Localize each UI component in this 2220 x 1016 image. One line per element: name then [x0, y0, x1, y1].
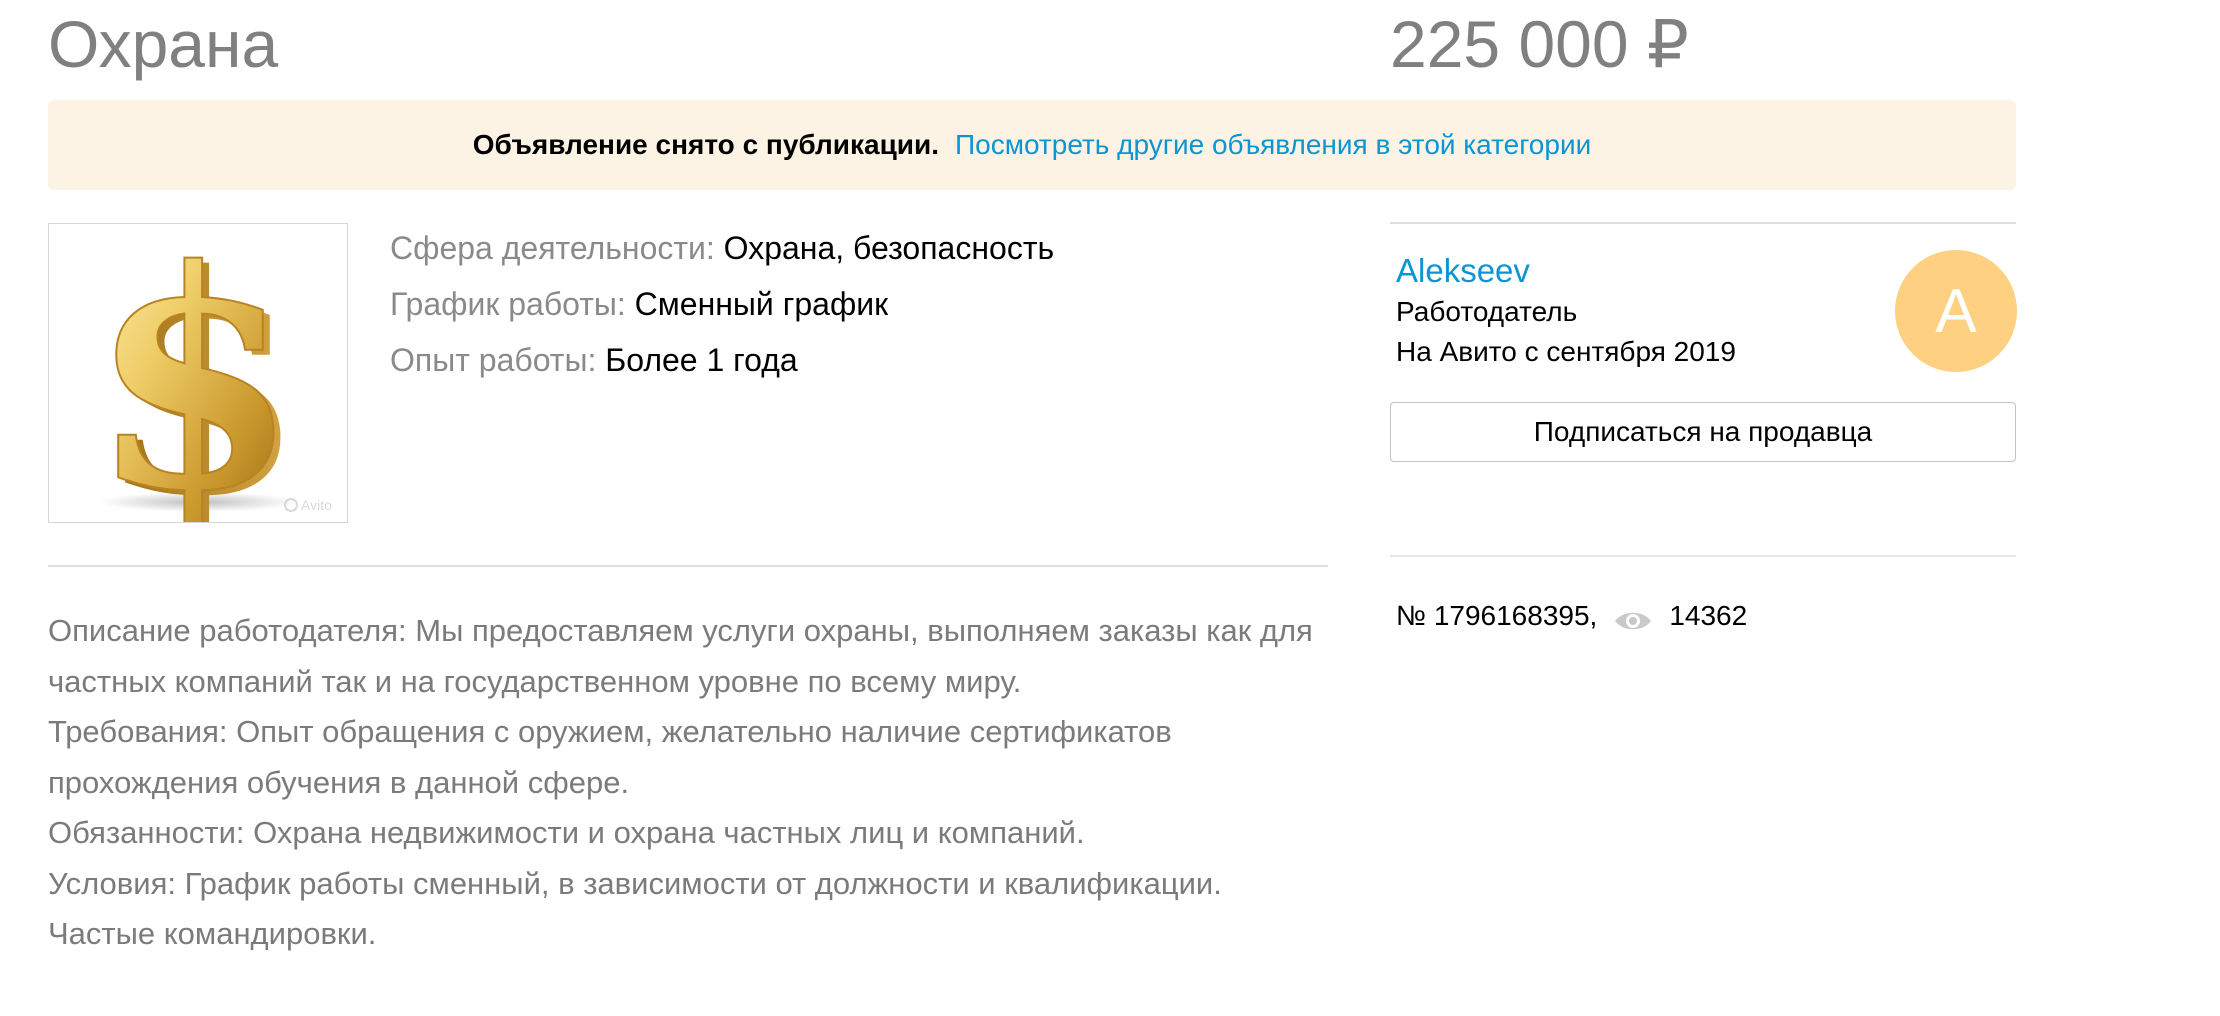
- param-key: Сфера деятельности:: [390, 230, 715, 266]
- description-paragraph: Частые командировки.: [48, 916, 377, 951]
- views-count: 14362: [1669, 600, 1748, 631]
- svg-text:Avito: Avito: [301, 497, 332, 513]
- param-row-sphere: Сфера деятельности: Охрана, безопасность: [390, 220, 1054, 276]
- notice-status-text: Объявление снято с публикации.: [472, 129, 940, 160]
- other-listings-link[interactable]: Посмотреть другие объявления в этой кате…: [955, 129, 1591, 161]
- divider: [1390, 555, 2016, 557]
- subscribe-seller-button[interactable]: Подписаться на продавца: [1390, 402, 2016, 462]
- param-value: Более 1 года: [605, 342, 798, 378]
- svg-text:$: $: [90, 224, 299, 522]
- param-row-experience: Опыт работы: Более 1 года: [390, 332, 1054, 388]
- seller-role: Работодатель: [1396, 296, 1578, 327]
- listing-title: Охрана: [48, 7, 279, 81]
- param-key: Опыт работы:: [390, 342, 597, 378]
- param-value: Охрана, безопасность: [723, 230, 1055, 266]
- param-key: График работы:: [390, 286, 626, 322]
- seller-name-link[interactable]: Alekseev: [1396, 248, 1530, 294]
- unpublished-notice: Объявление снято с публикации. Посмотрет…: [48, 100, 2016, 190]
- description-paragraph: Условия: График работы сменный, в зависи…: [48, 865, 1222, 901]
- listing-meta: № 1796168395, 14362: [1396, 596, 1747, 636]
- listing-price: 225 000 ₽: [1390, 7, 1689, 81]
- seller-since: На Авито с сентября 2019: [1396, 336, 1736, 367]
- param-value: Сменный график: [634, 286, 889, 322]
- listing-photo[interactable]: $ $ Avito: [48, 223, 348, 523]
- eye-icon: [1613, 604, 1653, 630]
- avatar[interactable]: A: [1895, 250, 2017, 372]
- listing-description: Описание работодателя: Мы предоставляем …: [48, 606, 1348, 960]
- item-number: № 1796168395,: [1396, 600, 1598, 631]
- param-row-schedule: График работы: Сменный график: [390, 276, 1054, 332]
- dollar-sign-icon: $ $ Avito: [89, 224, 332, 522]
- listing-params: Сфера деятельности: Охрана, безопасность…: [390, 220, 1054, 388]
- divider: [48, 565, 1328, 567]
- description-paragraph: Обязанности: Охрана недвижимости и охран…: [48, 815, 1085, 850]
- description-paragraph: Описание работодателя: Мы предоставляем …: [48, 613, 1313, 699]
- divider: [1390, 222, 2016, 224]
- description-paragraph: Требования: Опыт обращения с оружием, же…: [48, 714, 1172, 800]
